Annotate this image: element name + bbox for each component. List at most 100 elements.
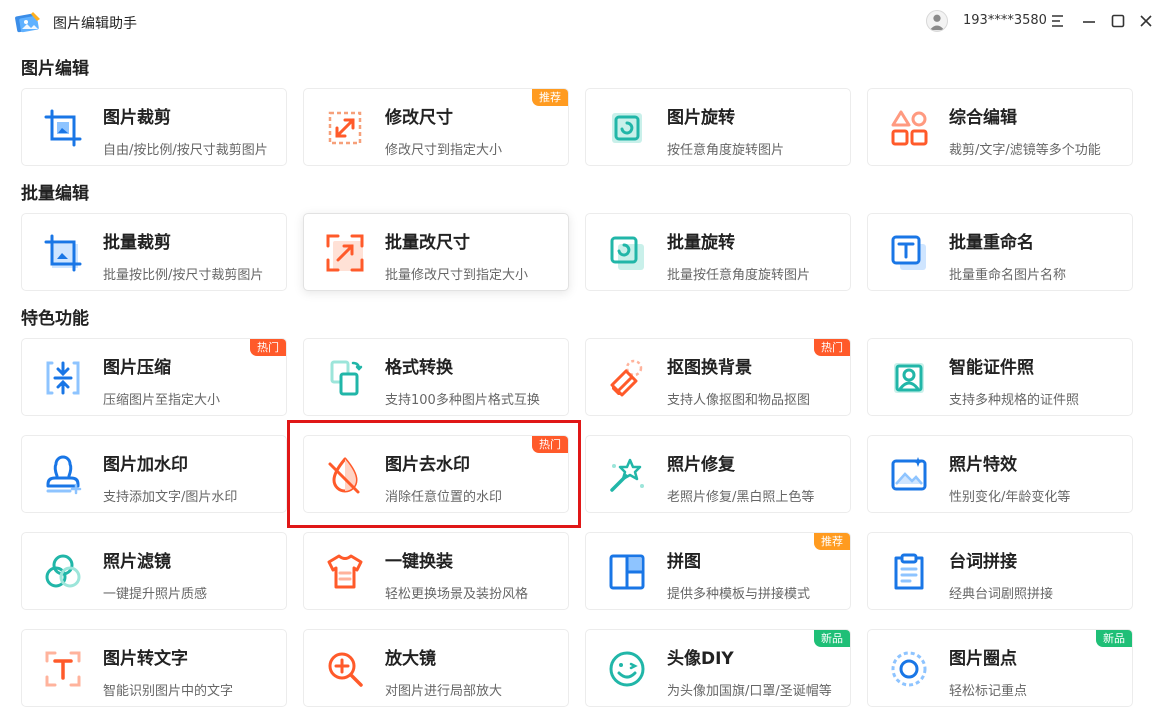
card-cutout-background[interactable]: 抠图换背景 支持人像抠图和物品抠图 热门 xyxy=(585,338,851,416)
badge-new: 新品 xyxy=(814,630,850,647)
id-photo-icon xyxy=(894,363,924,393)
card-subtitle: 为头像加国旗/口罩/圣诞帽等 xyxy=(667,684,832,699)
badge-hot: 热门 xyxy=(250,339,286,356)
filter-icon xyxy=(45,554,81,588)
minimize-button[interactable] xyxy=(1078,10,1100,32)
card-title: 台词拼接 xyxy=(949,552,1017,572)
magic-wand-icon xyxy=(610,458,644,492)
collage-icon xyxy=(609,554,645,590)
smiley-icon xyxy=(609,651,645,687)
card-title: 格式转换 xyxy=(385,358,453,378)
card-subtitle: 按任意角度旋转图片 xyxy=(667,143,785,158)
card-avatar-diy[interactable]: 头像DIY 为头像加国旗/口罩/圣诞帽等 新品 xyxy=(585,629,851,707)
card-subtitle: 压缩图片至指定大小 xyxy=(103,393,221,408)
card-photo-effects[interactable]: 照片特效 性别变化/年龄变化等 xyxy=(867,435,1133,513)
app-logo-icon xyxy=(15,12,40,33)
card-compress[interactable]: 图片压缩 压缩图片至指定大小 热门 xyxy=(21,338,287,416)
card-title: 批量裁剪 xyxy=(103,233,171,253)
card-subtitle: 性别变化/年龄变化等 xyxy=(949,490,1071,505)
badge-hot: 热门 xyxy=(814,339,850,356)
stamp-icon xyxy=(46,455,82,495)
card-title: 照片修复 xyxy=(667,455,735,475)
card-resize[interactable]: 修改尺寸 修改尺寸到指定大小 推荐 xyxy=(303,88,569,166)
close-icon xyxy=(1140,15,1152,27)
card-comprehensive-edit[interactable]: 综合编辑 裁剪/文字/滤镜等多个功能 xyxy=(867,88,1133,166)
card-subtitle: 轻松更换场景及装扮风格 xyxy=(385,587,529,602)
badge-recommend: 推荐 xyxy=(532,89,568,106)
card-rotate[interactable]: 图片旋转 按任意角度旋转图片 xyxy=(585,88,851,166)
badge-hot: 热门 xyxy=(532,436,568,453)
card-subtitle: 修改尺寸到指定大小 xyxy=(385,143,503,158)
batch-rotate-icon xyxy=(610,236,644,270)
card-title: 图片旋转 xyxy=(667,108,735,128)
card-title: 批量旋转 xyxy=(667,233,735,253)
card-title: 智能证件照 xyxy=(949,358,1034,378)
card-batch-resize[interactable]: 批量改尺寸 批量修改尺寸到指定大小 xyxy=(303,213,569,291)
card-subtitle: 智能识别图片中的文字 xyxy=(103,684,234,699)
resize-icon xyxy=(328,111,362,145)
card-outfit-change[interactable]: 一键换装 轻松更换场景及装扮风格 xyxy=(303,532,569,610)
card-title: 照片特效 xyxy=(949,455,1017,475)
card-title: 修改尺寸 xyxy=(385,108,453,128)
card-line-stitch[interactable]: 台词拼接 经典台词剧照拼接 xyxy=(867,532,1133,610)
card-subtitle: 一键提升照片质感 xyxy=(103,587,208,602)
image-effect-icon xyxy=(891,457,927,491)
card-photo-repair[interactable]: 照片修复 老照片修复/黑白照上色等 xyxy=(585,435,851,513)
card-subtitle: 批量修改尺寸到指定大小 xyxy=(385,268,529,283)
card-subtitle: 批量按任意角度旋转图片 xyxy=(667,268,811,283)
card-subtitle: 自由/按比例/按尺寸裁剪图片 xyxy=(103,143,268,158)
card-add-watermark[interactable]: 图片加水印 支持添加文字/图片水印 xyxy=(21,435,287,513)
maximize-button[interactable] xyxy=(1107,10,1129,32)
account-number[interactable]: 193****3580 xyxy=(963,13,1047,28)
card-crop[interactable]: 图片裁剪 自由/按比例/按尺寸裁剪图片 xyxy=(21,88,287,166)
drop-slash-icon xyxy=(328,457,360,494)
user-avatar-icon xyxy=(929,14,945,31)
batch-crop-icon xyxy=(44,234,82,272)
card-collage[interactable]: 拼图 提供多种模板与拼接模式 推荐 xyxy=(585,532,851,610)
card-subtitle: 支持人像抠图和物品抠图 xyxy=(667,393,811,408)
card-subtitle: 批量重命名图片名称 xyxy=(949,268,1067,283)
card-image-to-text[interactable]: 图片转文字 智能识别图片中的文字 xyxy=(21,629,287,707)
close-button[interactable] xyxy=(1135,10,1157,32)
section-title-edit: 图片编辑 xyxy=(21,59,89,79)
card-title: 图片去水印 xyxy=(385,455,470,475)
card-subtitle: 批量按比例/按尺寸裁剪图片 xyxy=(103,268,264,283)
section-title-features: 特色功能 xyxy=(21,309,89,329)
card-remove-watermark[interactable]: 图片去水印 消除任意位置的水印 热门 xyxy=(303,435,569,513)
card-batch-rename[interactable]: 批量重命名 批量重命名图片名称 xyxy=(867,213,1133,291)
rename-icon xyxy=(891,235,926,270)
shirt-icon xyxy=(327,554,363,589)
compress-icon xyxy=(46,361,80,395)
card-title: 批量改尺寸 xyxy=(385,233,470,253)
menu-button[interactable] xyxy=(1047,10,1069,32)
avatar[interactable] xyxy=(926,10,948,32)
card-subtitle: 支持添加文字/图片水印 xyxy=(103,490,238,505)
card-id-photo[interactable]: 智能证件照 支持多种规格的证件照 xyxy=(867,338,1133,416)
card-title: 图片裁剪 xyxy=(103,108,171,128)
circle-mark-icon xyxy=(891,651,927,687)
menu-icon xyxy=(1052,15,1063,27)
eraser-icon xyxy=(610,359,643,397)
card-title: 抠图换背景 xyxy=(667,358,752,378)
crop-icon xyxy=(44,109,82,147)
card-subtitle: 经典台词剧照拼接 xyxy=(949,587,1054,602)
app-title: 图片编辑助手 xyxy=(53,16,137,32)
card-magnifier[interactable]: 放大镜 对图片进行局部放大 xyxy=(303,629,569,707)
card-title: 综合编辑 xyxy=(949,108,1017,128)
card-subtitle: 老照片修复/黑白照上色等 xyxy=(667,490,815,505)
card-batch-rotate[interactable]: 批量旋转 批量按任意角度旋转图片 xyxy=(585,213,851,291)
card-format-convert[interactable]: 格式转换 支持100多种图片格式互换 xyxy=(303,338,569,416)
card-subtitle: 对图片进行局部放大 xyxy=(385,684,503,699)
badge-new: 新品 xyxy=(1096,630,1132,647)
card-subtitle: 支持100多种图片格式互换 xyxy=(385,393,540,408)
card-title: 批量重命名 xyxy=(949,233,1034,253)
minimize-icon xyxy=(1083,21,1095,23)
card-title: 放大镜 xyxy=(385,649,436,669)
maximize-icon xyxy=(1111,14,1125,28)
card-photo-filter[interactable]: 照片滤镜 一键提升照片质感 xyxy=(21,532,287,610)
card-title: 一键换装 xyxy=(385,552,453,572)
convert-icon xyxy=(330,360,363,396)
title-bar: 图片编辑助手 193****3580 xyxy=(0,0,1170,44)
card-batch-crop[interactable]: 批量裁剪 批量按比例/按尺寸裁剪图片 xyxy=(21,213,287,291)
card-image-mark[interactable]: 图片圈点 轻松标记重点 新品 xyxy=(867,629,1133,707)
